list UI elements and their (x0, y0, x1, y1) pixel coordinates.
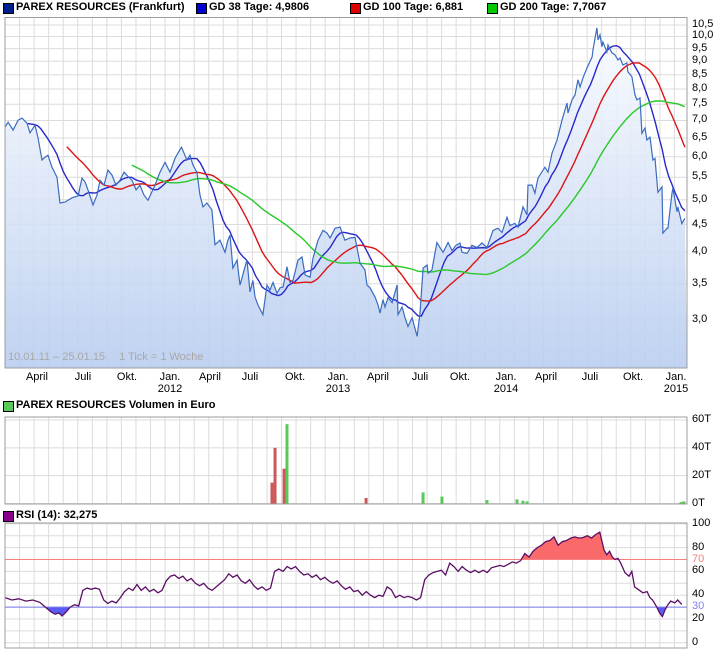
price-y-axis-label: 8,0 (692, 82, 707, 94)
rsi-y-axis-label: 60 (692, 564, 704, 576)
price-y-axis-label: 3,0 (692, 313, 707, 325)
date-range-note: 10.01.11 – 25.01.15 1 Tick = 1 Woche (8, 351, 204, 363)
gd38-legend-icon (196, 3, 207, 14)
gd200-legend-label: GD 200 Tage: 7,7067 (500, 1, 606, 13)
volume-y-axis-label: 20T (692, 469, 711, 481)
stock-chart-widget: PAREX RESOURCES (Frankfurt) GD 38 Tage: … (0, 0, 726, 652)
volume-title: PAREX RESOURCES Volumen in Euro (16, 399, 215, 411)
rsi-y-axis-label: 40 (692, 588, 704, 600)
rsi-y-axis-label: 100 (692, 517, 710, 529)
price-y-axis-label: 3,5 (692, 277, 707, 289)
charts-canvas (0, 0, 726, 652)
price-x-axis-label: Jan.2015 (644, 371, 708, 395)
rsi-y-axis-label: 70 (692, 553, 704, 565)
rsi-y-axis-label: 80 (692, 541, 704, 553)
price-y-axis-label: 9,5 (692, 42, 707, 54)
volume-legend-icon (3, 401, 14, 412)
title-marker-icon (3, 3, 14, 14)
rsi-y-axis-label: 20 (692, 612, 704, 624)
volume-y-axis-label: 0T (692, 497, 705, 509)
volume-y-axis-label: 60T (692, 413, 711, 425)
price-y-axis-label: 4,5 (692, 218, 707, 230)
rsi-y-axis-label: 0 (692, 636, 698, 648)
price-y-axis-label: 8,5 (692, 68, 707, 80)
price-y-axis-label: 7,0 (692, 113, 707, 125)
rsi-legend-icon (3, 511, 14, 522)
gd100-legend-icon (350, 3, 361, 14)
price-y-axis-label: 6,5 (692, 131, 707, 143)
gd200-legend-icon (487, 3, 498, 14)
price-y-axis-label: 5,0 (692, 193, 707, 205)
page-title: PAREX RESOURCES (Frankfurt) (16, 1, 184, 13)
gd38-legend-label: GD 38 Tage: 4,9806 (209, 1, 309, 13)
price-y-axis-label: 4,0 (692, 245, 707, 257)
price-y-axis-label: 7,5 (692, 97, 707, 109)
rsi-y-axis-label: 30 (692, 600, 704, 612)
gd100-legend-label: GD 100 Tage: 6,881 (363, 1, 463, 13)
price-y-axis-label: 10,0 (692, 29, 713, 41)
volume-y-axis-label: 40T (692, 441, 711, 453)
price-y-axis-label: 9,0 (692, 54, 707, 66)
price-y-axis-label: 5,5 (692, 170, 707, 182)
rsi-title: RSI (14): 32,275 (16, 509, 97, 521)
price-y-axis-label: 6,0 (692, 150, 707, 162)
tick-note: 1 Tick = 1 Woche (119, 351, 203, 363)
date-range: 10.01.11 – 25.01.15 (8, 351, 105, 363)
price-y-axis-label: 10,5 (692, 18, 713, 30)
